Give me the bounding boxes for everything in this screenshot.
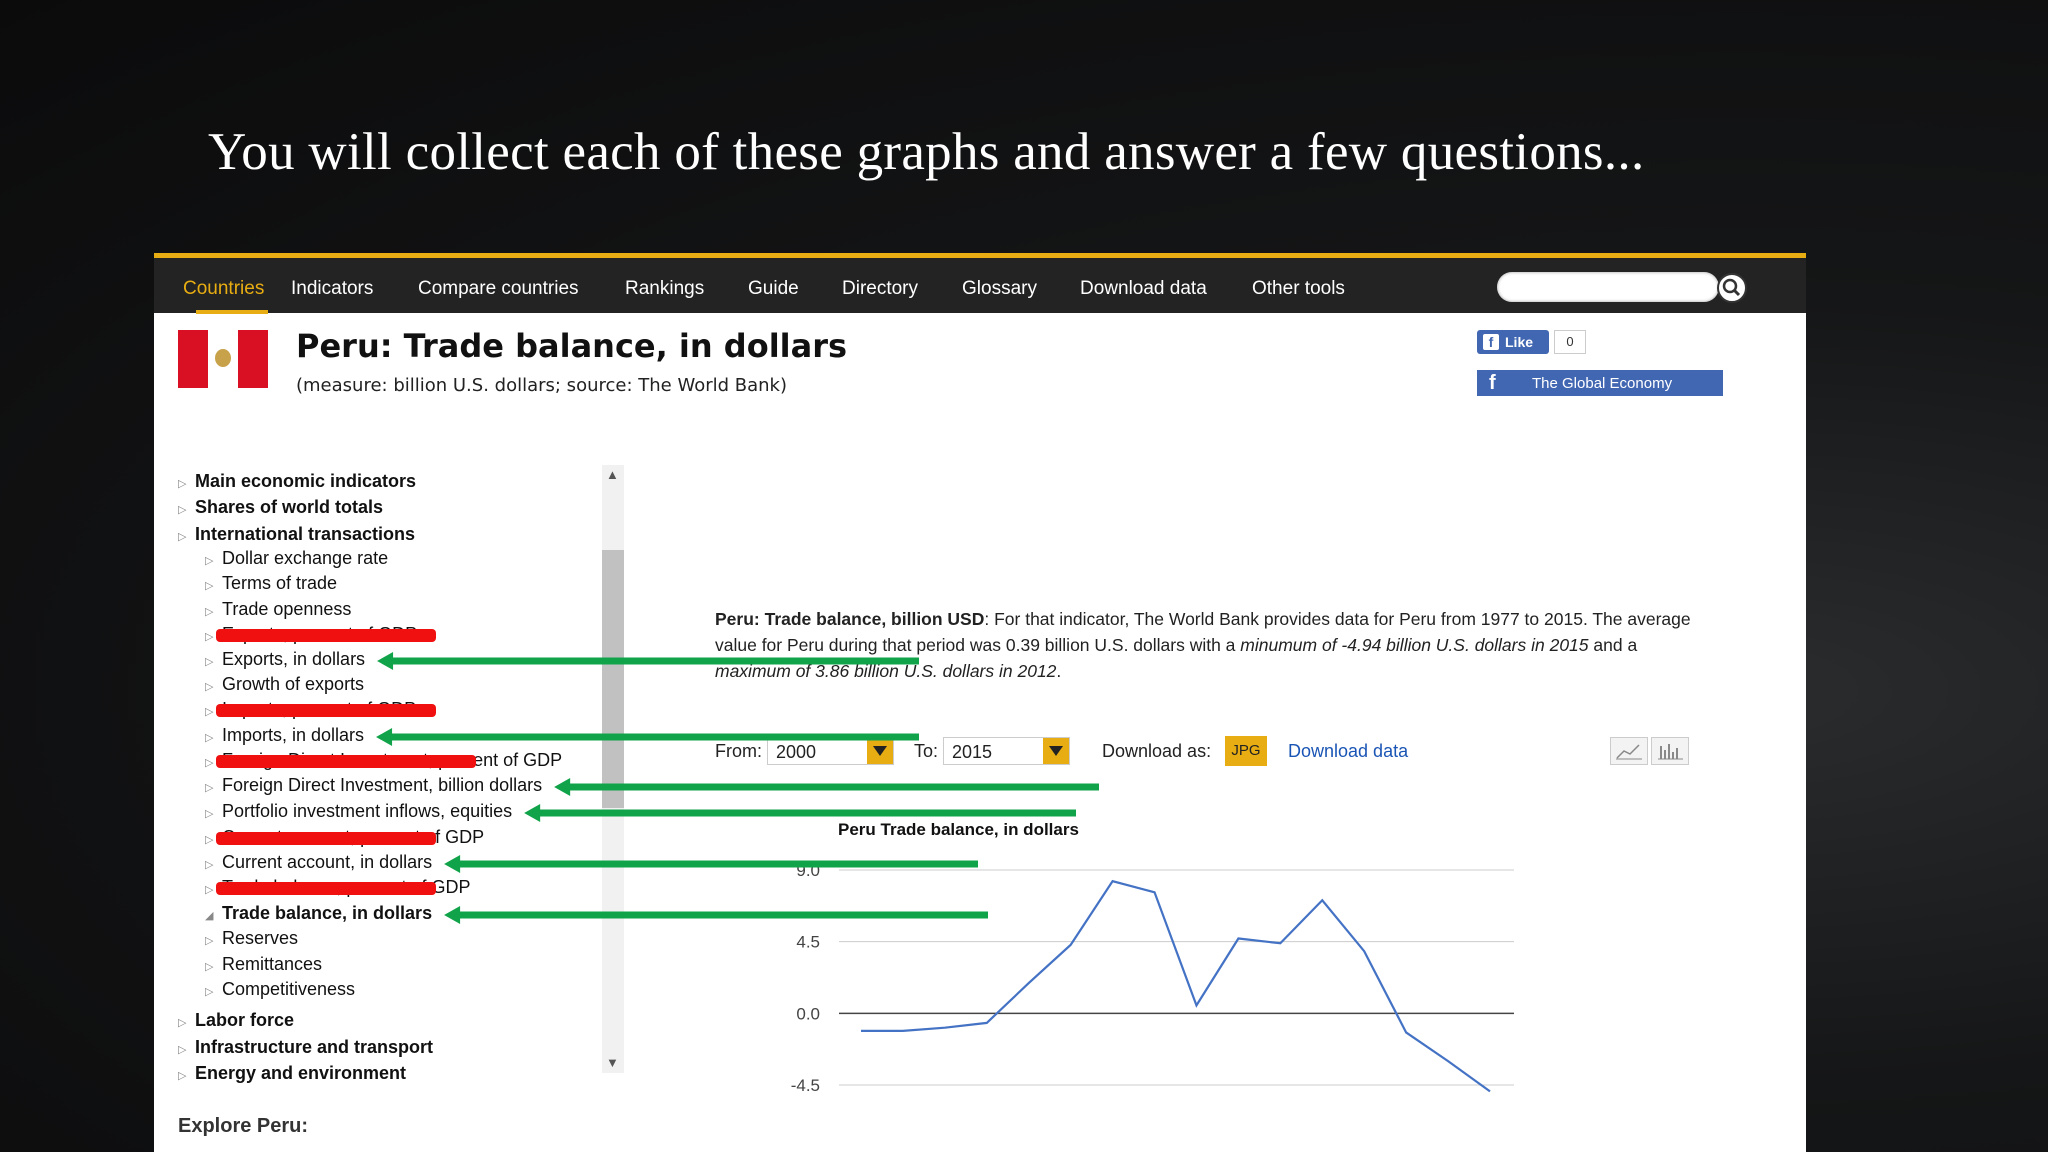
- red-strikethrough: [216, 832, 436, 845]
- arrowhead-icon: [377, 652, 394, 670]
- arrowhead-icon: [444, 855, 461, 873]
- annotation-layer: [216, 629, 1099, 924]
- browser-screenshot: Countries Indicators Compare countries R…: [154, 253, 1806, 1152]
- red-strikethrough: [216, 755, 476, 768]
- arrowhead-icon: [444, 906, 461, 924]
- red-strikethrough: [216, 629, 436, 642]
- slide-title: You will collect each of these graphs an…: [208, 123, 1645, 181]
- red-strikethrough: [216, 882, 436, 895]
- arrowhead-icon: [524, 804, 541, 822]
- arrowhead-icon: [554, 778, 571, 796]
- arrowhead-icon: [376, 728, 393, 746]
- explore-heading: Explore Peru:: [178, 1115, 309, 1137]
- red-strikethrough: [216, 704, 436, 717]
